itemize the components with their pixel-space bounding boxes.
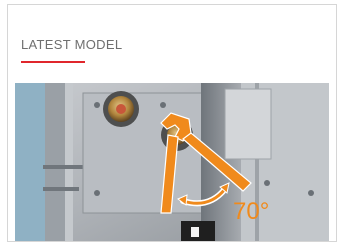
product-photo-illustration [15,83,329,241]
angle-label: 70° [233,198,270,225]
product-photo: 70° [15,83,329,241]
product-card: LATEST MODEL 70° [7,4,337,242]
card-header: LATEST MODEL [8,5,336,81]
section-title: LATEST MODEL [21,37,123,52]
valve-fitting-icon [103,91,139,127]
title-underline [21,61,85,63]
